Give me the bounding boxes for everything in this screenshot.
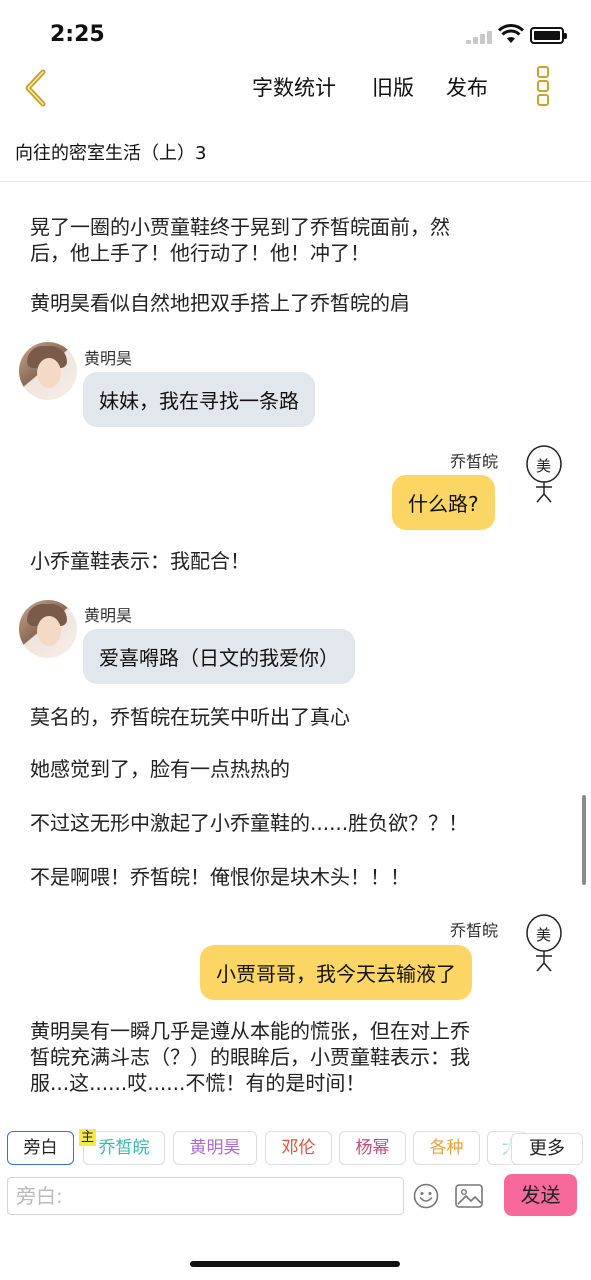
narration-paragraph: 不是啊喂！乔皙皖！俺恨你是块木头！！！: [30, 865, 410, 889]
status-bar: 2:25: [0, 0, 591, 60]
image-icon[interactable]: [455, 1184, 483, 1208]
document-title: 向往的密室生活（上）3: [15, 143, 207, 164]
character-chip-various[interactable]: 各种: [413, 1131, 480, 1165]
narration-paragraph: 不过这无形中激起了小乔童鞋的......胜负欲？？！: [30, 811, 469, 835]
narration-line: 黄明昊有一瞬几乎是遵从本能的慌张，但在对上乔: [30, 1019, 470, 1043]
svg-text:美: 美: [536, 457, 551, 475]
master-badge: 主: [79, 1129, 96, 1146]
scrollbar[interactable]: [582, 795, 586, 885]
chat-bubble[interactable]: 小贾哥哥，我今天去输液了: [200, 945, 472, 1000]
cellular-signal-icon: [466, 30, 494, 44]
speaker-name: 黄明昊: [84, 349, 133, 368]
chat-bubble[interactable]: 什么路?: [392, 475, 495, 530]
narration-line: 晃了一圈的小贾童鞋终于晃到了乔皙皖面前，然: [30, 215, 450, 239]
input-row: 发送: [0, 1172, 591, 1220]
character-chip-huang[interactable]: 黄明昊: [173, 1131, 257, 1165]
battery-icon: [530, 27, 567, 44]
narration-paragraph: 她感觉到了，脸有一点热热的: [30, 757, 290, 781]
status-time: 2:25: [50, 22, 105, 47]
wifi-icon: [498, 24, 524, 43]
narration-paragraph: 莫名的，乔皙皖在玩笑中听出了真心: [30, 705, 350, 729]
more-vertical-icon: [527, 66, 559, 106]
narration-paragraph: 小乔童鞋表示：我配合！: [30, 549, 250, 573]
more-options-button[interactable]: [527, 64, 559, 108]
chat-bubble[interactable]: 爱喜嘚路（日文的我爱你）: [83, 629, 355, 684]
character-chip-yang[interactable]: 杨幂: [339, 1131, 406, 1165]
home-indicator: [190, 1261, 400, 1267]
message-input[interactable]: [7, 1177, 404, 1215]
character-chip-deng[interactable]: 邓伦: [265, 1131, 332, 1165]
speaker-name: 乔皙皖: [450, 921, 499, 940]
stick-figure-avatar[interactable]: 美: [522, 913, 566, 975]
narration-paragraph: 黄明昊有一瞬几乎是遵从本能的慌张，但在对上乔 皙皖充满斗志（？）的眼眸后，小贾童…: [30, 1018, 560, 1096]
svg-text:美: 美: [536, 926, 551, 944]
narration-line: 后，他上手了！他行动了！他！冲了！: [30, 241, 370, 265]
avatar[interactable]: [19, 342, 77, 400]
stick-figure-avatar[interactable]: 美: [522, 444, 566, 506]
narration-paragraph: 黄明昊看似自然地把双手搭上了乔皙皖的肩: [30, 291, 410, 315]
publish-button[interactable]: 发布: [446, 72, 488, 102]
story-content[interactable]: 晃了一圈的小贾童鞋终于晃到了乔皙皖面前，然 后，他上手了！他行动了！他！冲了！ …: [0, 182, 591, 1108]
character-chip-narrator[interactable]: 旁白: [7, 1131, 74, 1165]
emoji-icon[interactable]: [413, 1183, 439, 1209]
narration-line: 服...这......哎......不慌！有的是时间！: [30, 1071, 366, 1095]
speaker-name: 乔皙皖: [450, 452, 499, 471]
send-button[interactable]: 发送: [504, 1174, 577, 1216]
word-count-button[interactable]: 字数统计: [252, 72, 336, 102]
nav-bar: 字数统计 旧版 发布: [0, 60, 591, 116]
narration-paragraph: 晃了一圈的小贾童鞋终于晃到了乔皙皖面前，然 后，他上手了！他行动了！他！冲了！: [30, 214, 560, 266]
old-version-button[interactable]: 旧版: [372, 72, 414, 102]
narration-line: 皙皖充满斗志（？）的眼眸后，小贾童鞋表示：我: [30, 1045, 470, 1069]
chevron-left-icon: [25, 69, 46, 107]
back-button[interactable]: [18, 66, 58, 110]
chat-bubble[interactable]: 妹妹，我在寻找一条路: [83, 372, 315, 427]
more-characters-button[interactable]: 更多: [511, 1133, 583, 1165]
speaker-name: 黄明昊: [84, 606, 133, 625]
avatar[interactable]: [19, 600, 77, 658]
